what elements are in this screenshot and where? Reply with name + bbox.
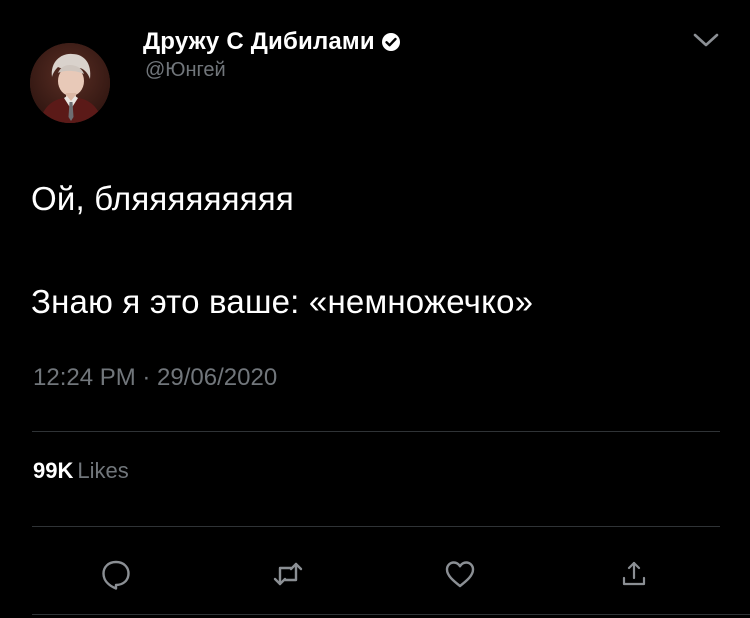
retweet-icon: [273, 562, 303, 586]
share-icon: [622, 561, 646, 586]
retweet-button[interactable]: [271, 557, 305, 591]
author-handle[interactable]: @Юнгей: [145, 59, 226, 82]
likes-stat[interactable]: 99K Likes: [33, 458, 129, 484]
reply-button[interactable]: [99, 557, 133, 591]
tweet-text-line-1: Ой, бляяяяяяяяя: [31, 180, 294, 217]
divider: [32, 526, 720, 527]
likes-count: 99K: [33, 458, 74, 483]
verified-badge-icon: [381, 32, 401, 52]
tweet-timestamp[interactable]: 12:24 PM · 29/06/2020: [33, 364, 277, 392]
chevron-down-icon[interactable]: [692, 30, 720, 50]
divider: [32, 431, 720, 432]
share-button[interactable]: [617, 557, 651, 591]
avatar-image: [30, 43, 110, 123]
heart-icon: [445, 561, 475, 588]
like-button[interactable]: [443, 557, 477, 591]
tweet-text-line-2: Знаю я это ваше: «немножечко»: [31, 283, 534, 320]
author-name-row[interactable]: Дружу С Дибилами: [143, 25, 401, 59]
likes-label: Likes: [77, 458, 129, 483]
avatar[interactable]: [30, 43, 110, 123]
display-name[interactable]: Дружу С Дибилами: [143, 28, 375, 56]
reply-icon: [102, 560, 130, 590]
divider: [32, 614, 750, 615]
